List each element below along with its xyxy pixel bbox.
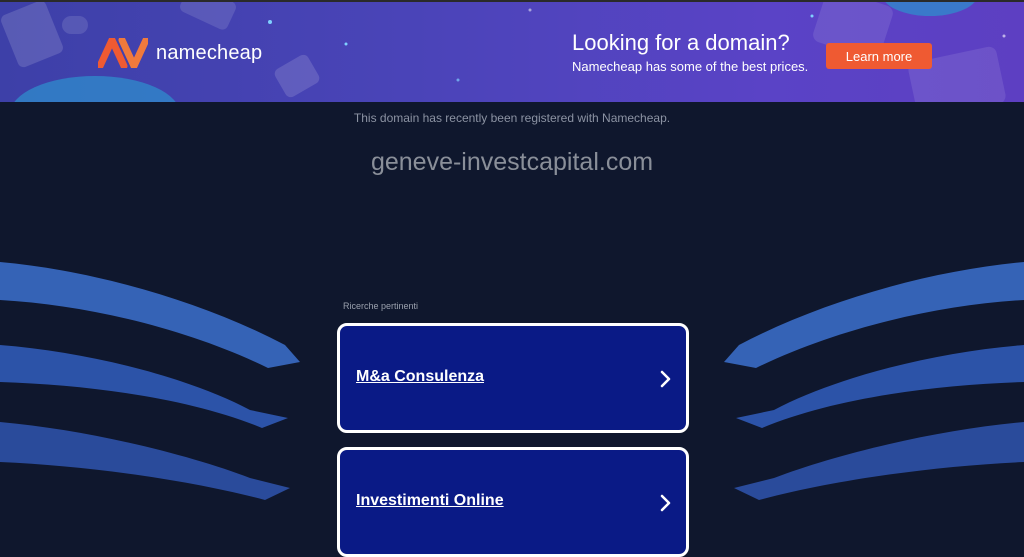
result-label: Investimenti Online <box>356 492 504 509</box>
chevron-right-icon <box>660 370 671 388</box>
chevron-right-icon <box>660 494 671 512</box>
related-search-result[interactable]: M&a Consulenza <box>337 323 689 433</box>
related-search-result[interactable]: Investimenti Online <box>337 447 689 557</box>
related-searches-label: Ricerche pertinenti <box>343 301 419 311</box>
result-label: M&a Consulenza <box>356 368 485 385</box>
